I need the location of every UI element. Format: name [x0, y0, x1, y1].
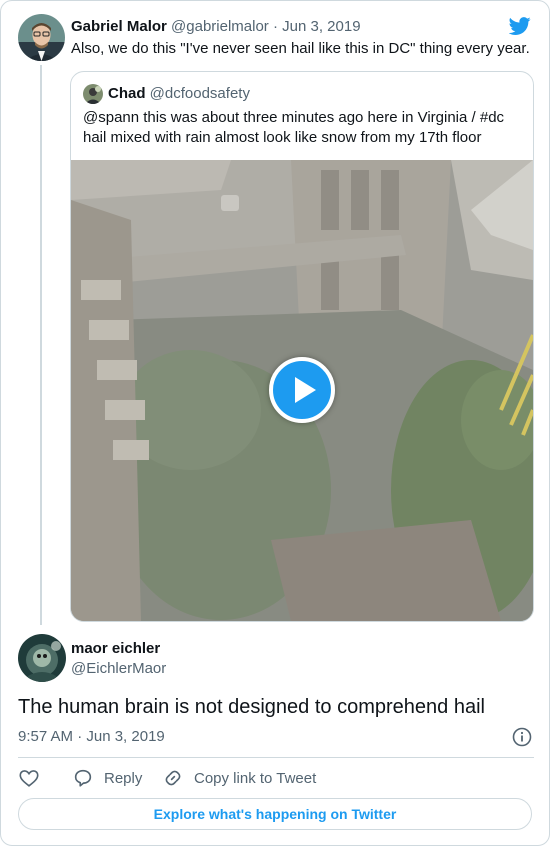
parent-author-avatar[interactable] — [18, 14, 65, 61]
parent-author-handle[interactable]: @gabrielmalor — [171, 18, 269, 35]
quoted-author-name: Chad — [108, 85, 146, 102]
quoted-tweet-text: @spann this was about three minutes ago … — [83, 109, 505, 146]
main-author-avatar[interactable] — [18, 634, 66, 682]
quoted-author-avatar — [83, 84, 103, 104]
reply-label: Reply — [104, 769, 143, 787]
quoted-author-handle: @dcfoodsafety — [149, 85, 250, 102]
parent-tweet-date[interactable]: Jun 3, 2019 — [282, 18, 360, 35]
like-button[interactable] — [18, 767, 40, 789]
parent-author-name[interactable]: Gabriel Malor — [71, 18, 167, 35]
quoted-tweet-header: Chad @dcfoodsafety — [108, 84, 250, 104]
divider — [18, 757, 534, 758]
main-tweet-text: The human brain is not designed to compr… — [18, 696, 485, 718]
main-tweet-timestamp[interactable]: 9:57 AM · Jun 3, 2019 — [18, 727, 165, 747]
parent-tweet-header: Gabriel Malor @gabrielmalor · Jun 3, 201… — [71, 17, 361, 37]
main-author-handle[interactable]: @EichlerMaor — [71, 659, 166, 679]
reply-button[interactable]: Reply — [72, 767, 142, 789]
twitter-bird-icon[interactable] — [508, 15, 531, 37]
video-thumbnail[interactable] — [71, 160, 533, 621]
embedded-tweet-card: Gabriel Malor @gabrielmalor · Jun 3, 201… — [0, 0, 550, 846]
play-icon — [295, 377, 316, 403]
info-icon[interactable] — [511, 726, 533, 748]
quoted-tweet[interactable]: Chad @dcfoodsafety @spann this was about… — [70, 71, 534, 622]
explore-twitter-button[interactable]: Explore what's happening on Twitter — [18, 798, 532, 830]
copy-link-label: Copy link to Tweet — [194, 769, 317, 787]
main-author-name[interactable]: maor eichler — [71, 639, 160, 659]
parent-tweet-text: Also, we do this "I've never seen hail l… — [71, 40, 530, 57]
copy-link-button[interactable]: Copy link to Tweet — [162, 767, 316, 789]
heart-icon — [19, 770, 39, 787]
link-icon — [165, 770, 181, 786]
header-separator: · — [272, 18, 278, 35]
thread-connector-line — [40, 65, 42, 625]
speech-bubble-icon — [74, 769, 92, 787]
play-button[interactable] — [269, 357, 335, 423]
